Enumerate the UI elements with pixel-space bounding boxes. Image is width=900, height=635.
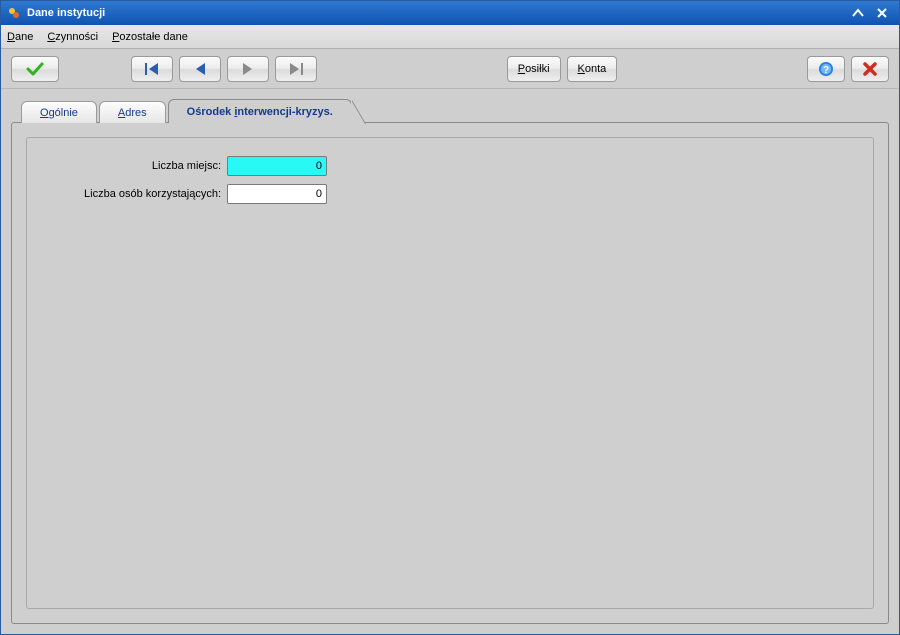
menubar: Dane Czynności Pozostałe dane bbox=[1, 25, 899, 49]
help-icon: ? bbox=[818, 61, 834, 77]
check-icon bbox=[26, 62, 44, 76]
tab-osrodek-interwencji[interactable]: Ośrodek interwencji-kryzys. bbox=[168, 99, 352, 123]
menu-pozostale-dane[interactable]: Pozostałe dane bbox=[112, 31, 188, 43]
help-button[interactable]: ? bbox=[807, 56, 845, 82]
window-root: Dane instytucji Dane Czynności Pozostałe… bbox=[0, 0, 900, 635]
row-liczba-miejsc: Liczba miejsc: bbox=[41, 152, 859, 180]
confirm-button[interactable] bbox=[11, 56, 59, 82]
label-liczba-osob: Liczba osób korzystających: bbox=[41, 188, 221, 200]
titlebar: Dane instytucji bbox=[1, 1, 899, 25]
cancel-button[interactable] bbox=[851, 56, 889, 82]
input-liczba-miejsc[interactable] bbox=[227, 156, 327, 176]
posilki-button[interactable]: Posiłki bbox=[507, 56, 561, 82]
tab-ogolnie[interactable]: Ogólnie bbox=[21, 101, 97, 123]
app-icon bbox=[7, 6, 21, 20]
menu-czynnosci[interactable]: Czynności bbox=[47, 31, 98, 43]
nav-last-icon bbox=[288, 62, 304, 76]
nav-last-button[interactable] bbox=[275, 56, 317, 82]
form-panel: Liczba miejsc: Liczba osób korzystającyc… bbox=[26, 137, 874, 609]
window-title: Dane instytucji bbox=[27, 7, 845, 19]
tab-panel: Liczba miejsc: Liczba osób korzystającyc… bbox=[11, 122, 889, 624]
close-x-icon bbox=[862, 61, 878, 77]
collapse-button[interactable] bbox=[847, 4, 869, 22]
input-liczba-osob[interactable] bbox=[227, 184, 327, 204]
tab-adres[interactable]: Adres bbox=[99, 101, 166, 123]
tabstrip: Ogólnie Adres Ośrodek interwencji-kryzys… bbox=[21, 99, 889, 123]
chevron-up-icon bbox=[851, 7, 865, 19]
label-liczba-miejsc: Liczba miejsc: bbox=[41, 160, 221, 172]
tabs-container: Ogólnie Adres Ośrodek interwencji-kryzys… bbox=[1, 89, 899, 634]
nav-first-icon bbox=[144, 62, 160, 76]
toolbar: Posiłki Konta ? bbox=[1, 49, 899, 89]
nav-prev-icon bbox=[193, 62, 207, 76]
konta-button[interactable]: Konta bbox=[567, 56, 618, 82]
menu-dane[interactable]: Dane bbox=[7, 31, 33, 43]
nav-prev-button[interactable] bbox=[179, 56, 221, 82]
svg-text:?: ? bbox=[823, 65, 829, 76]
nav-next-icon bbox=[241, 62, 255, 76]
nav-first-button[interactable] bbox=[131, 56, 173, 82]
row-liczba-osob: Liczba osób korzystających: bbox=[41, 180, 859, 208]
nav-next-button[interactable] bbox=[227, 56, 269, 82]
close-icon bbox=[876, 7, 888, 19]
close-window-button[interactable] bbox=[871, 4, 893, 22]
